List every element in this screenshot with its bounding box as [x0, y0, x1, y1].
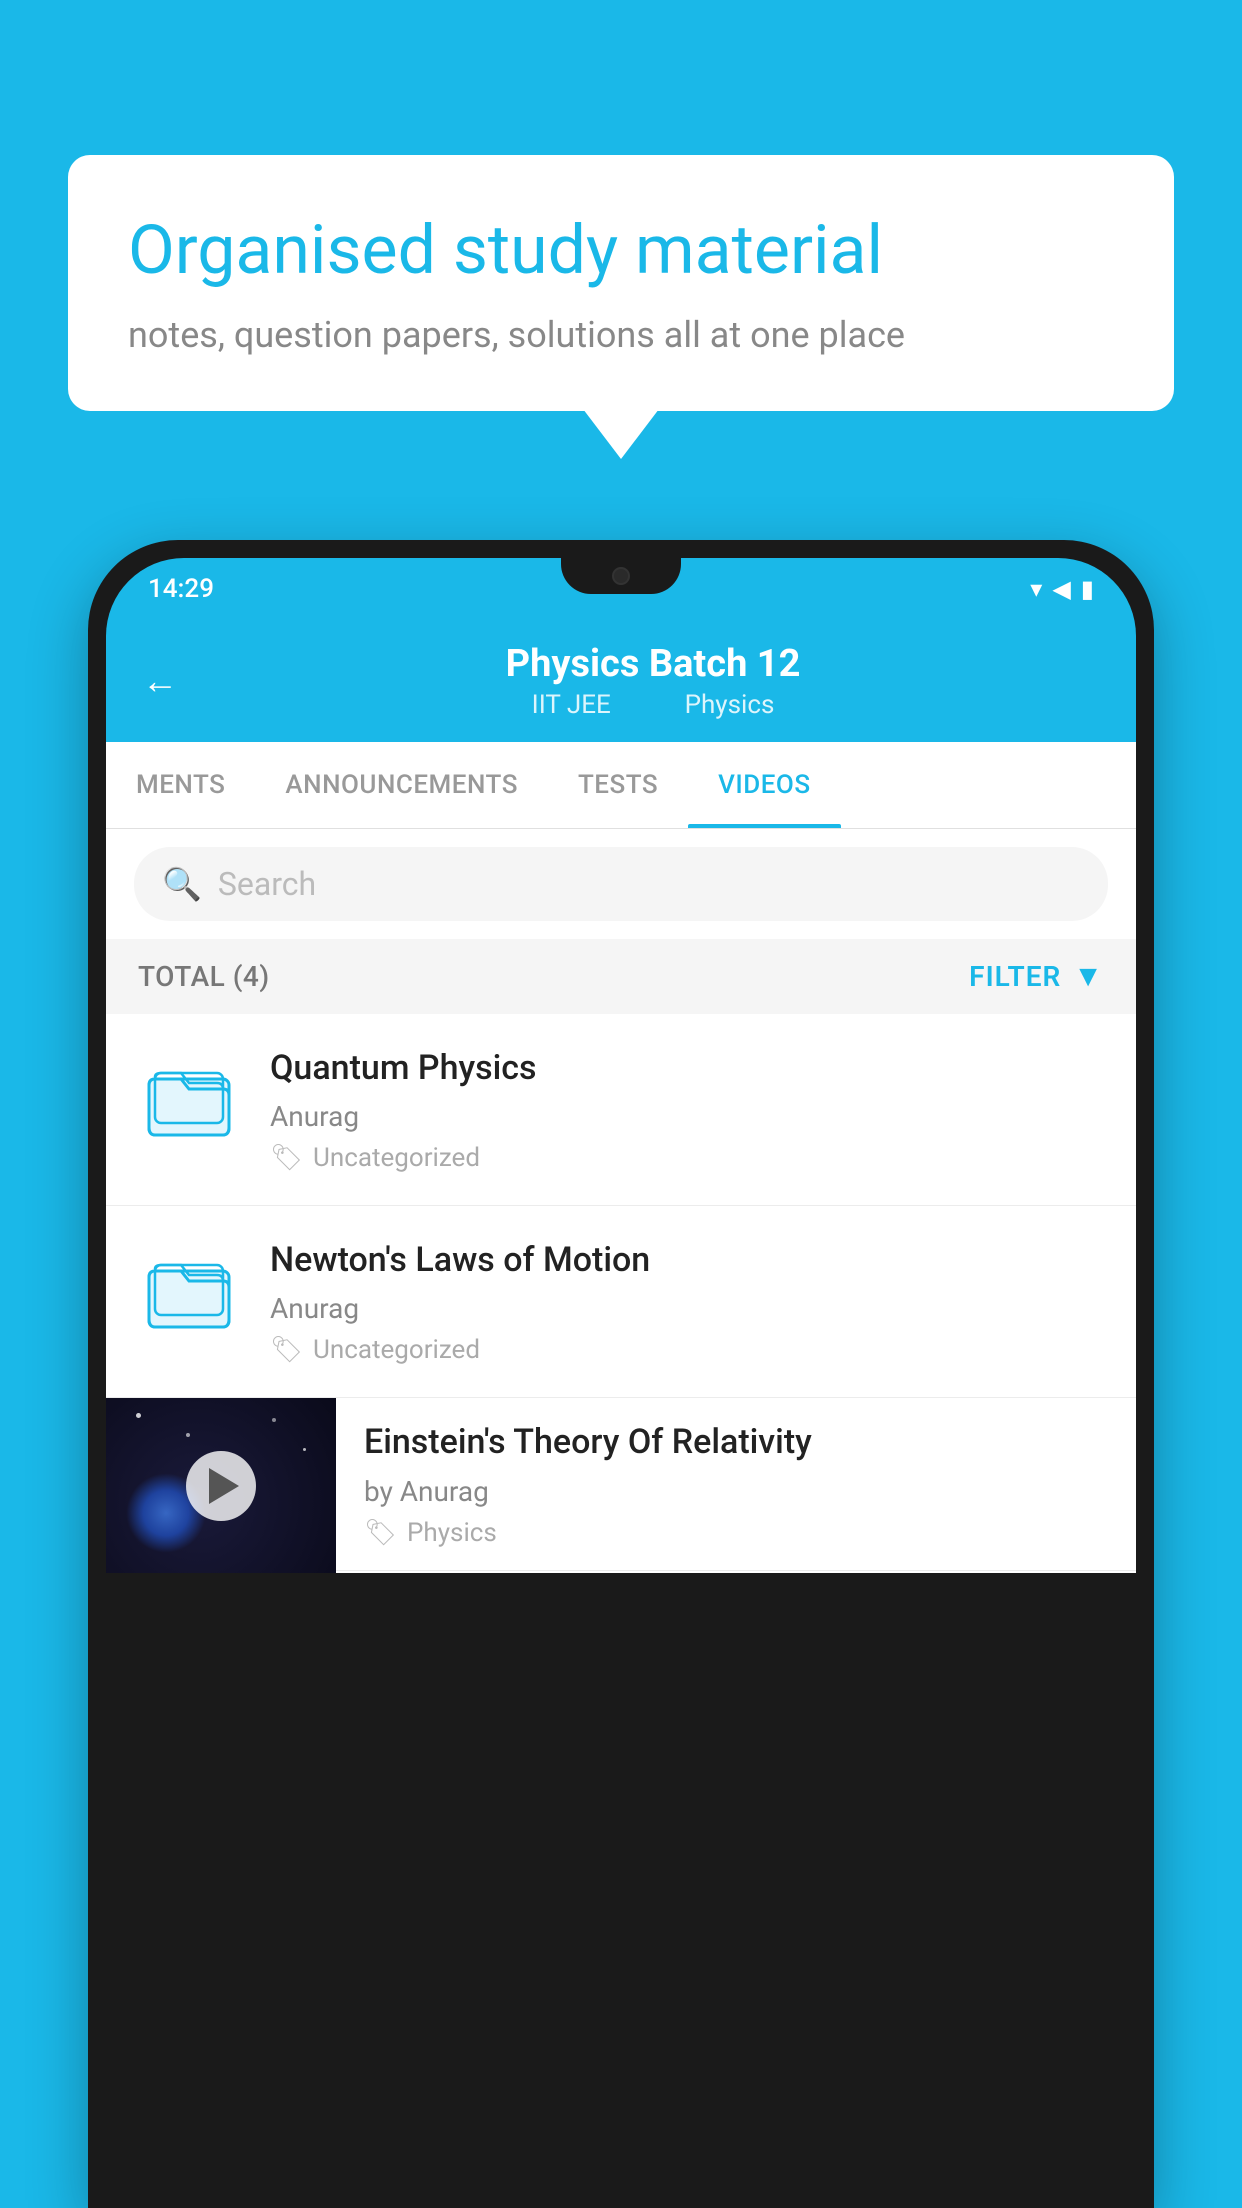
folder-icon-1: [145, 1057, 233, 1145]
battery-icon: ▮: [1081, 575, 1094, 603]
app-header: ← Physics Batch 12 IIT JEE Physics: [106, 620, 1136, 742]
video-thumb-2: [134, 1238, 244, 1348]
filter-icon: ▼: [1073, 959, 1104, 994]
search-bar[interactable]: 🔍 Search: [134, 847, 1108, 921]
video-item-1[interactable]: Quantum Physics Anurag 🏷 Uncategorized: [106, 1014, 1136, 1206]
tab-announcements[interactable]: ANNOUNCEMENTS: [255, 742, 548, 828]
tag-icon-1: 🏷: [270, 1143, 303, 1173]
tabs-bar: MENTS ANNOUNCEMENTS TESTS VIDEOS: [106, 742, 1136, 829]
filter-label: FILTER: [969, 960, 1061, 993]
video-tag-1: 🏷 Uncategorized: [270, 1143, 1108, 1173]
header-center: Physics Batch 12 IIT JEE Physics: [206, 642, 1100, 720]
wifi-icon: ▾: [1030, 575, 1042, 603]
tag-label-1: Uncategorized: [313, 1143, 480, 1173]
subtitle-physics: Physics: [685, 690, 775, 720]
filter-row: TOTAL (4) FILTER ▼: [106, 939, 1136, 1014]
status-icons: ▾ ◀ ▮: [1030, 575, 1094, 603]
speech-bubble: Organised study material notes, question…: [68, 155, 1174, 411]
play-button-3[interactable]: [186, 1451, 256, 1521]
video-info-2: Newton's Laws of Motion Anurag 🏷 Uncateg…: [270, 1238, 1108, 1365]
tag-icon-3: 🏷: [364, 1518, 397, 1548]
total-count: TOTAL (4): [138, 960, 270, 993]
notch: [561, 558, 681, 594]
thumb-title-3: Einstein's Theory Of Relativity: [364, 1420, 1114, 1464]
video-title-2: Newton's Laws of Motion: [270, 1238, 1108, 1282]
search-bar-wrapper: 🔍 Search: [106, 829, 1136, 939]
video-thumbnail-3: [106, 1398, 336, 1573]
star4: [272, 1418, 276, 1422]
header-subtitle: IIT JEE Physics: [206, 690, 1100, 720]
bubble-title: Organised study material: [128, 210, 1114, 292]
header-title: Physics Batch 12: [206, 642, 1100, 686]
filter-button[interactable]: FILTER ▼: [969, 959, 1104, 994]
star2: [186, 1433, 190, 1437]
video-title-1: Quantum Physics: [270, 1046, 1108, 1090]
subtitle-iitjee: IIT JEE: [532, 690, 611, 720]
tag-label-2: Uncategorized: [313, 1335, 480, 1365]
tab-tests[interactable]: TESTS: [548, 742, 688, 828]
phone-inner: 14:29 ▾ ◀ ▮ ← Physics Batch 12 IIT JEE P…: [106, 558, 1136, 2190]
bubble-subtitle: notes, question papers, solutions all at…: [128, 314, 1114, 356]
video-info-1: Quantum Physics Anurag 🏷 Uncategorized: [270, 1046, 1108, 1173]
video-author-2: Anurag: [270, 1292, 1108, 1325]
video-tag-2: 🏷 Uncategorized: [270, 1335, 1108, 1365]
tag-label-3: Physics: [407, 1518, 497, 1548]
back-button[interactable]: ←: [142, 660, 178, 702]
camera-dot: [612, 567, 630, 585]
video-thumb-1: [134, 1046, 244, 1156]
phone-frame: 14:29 ▾ ◀ ▮ ← Physics Batch 12 IIT JEE P…: [88, 540, 1154, 2208]
tab-ments[interactable]: MENTS: [106, 742, 255, 828]
thumb-info-3: Einstein's Theory Of Relativity by Anura…: [336, 1398, 1136, 1570]
tab-videos[interactable]: VIDEOS: [688, 742, 840, 828]
speech-bubble-wrapper: Organised study material notes, question…: [68, 155, 1174, 411]
content-area: Quantum Physics Anurag 🏷 Uncategorized: [106, 1014, 1136, 1573]
video-item-3[interactable]: Einstein's Theory Of Relativity by Anura…: [106, 1398, 1136, 1573]
video-author-1: Anurag: [270, 1100, 1108, 1133]
subtitle-separator: [641, 690, 654, 720]
star3: [303, 1448, 306, 1451]
status-bar: 14:29 ▾ ◀ ▮: [106, 558, 1136, 620]
thumb-author-3: by Anurag: [364, 1475, 1114, 1508]
thumb-tag-3: 🏷 Physics: [364, 1518, 1114, 1548]
star1: [136, 1413, 141, 1418]
search-icon: 🔍: [162, 865, 202, 903]
folder-icon-2: [145, 1249, 233, 1337]
tag-icon-2: 🏷: [270, 1335, 303, 1365]
status-time: 14:29: [148, 574, 214, 604]
signal-icon: ◀: [1052, 575, 1070, 603]
video-item-2[interactable]: Newton's Laws of Motion Anurag 🏷 Uncateg…: [106, 1206, 1136, 1398]
search-placeholder: Search: [218, 865, 316, 903]
